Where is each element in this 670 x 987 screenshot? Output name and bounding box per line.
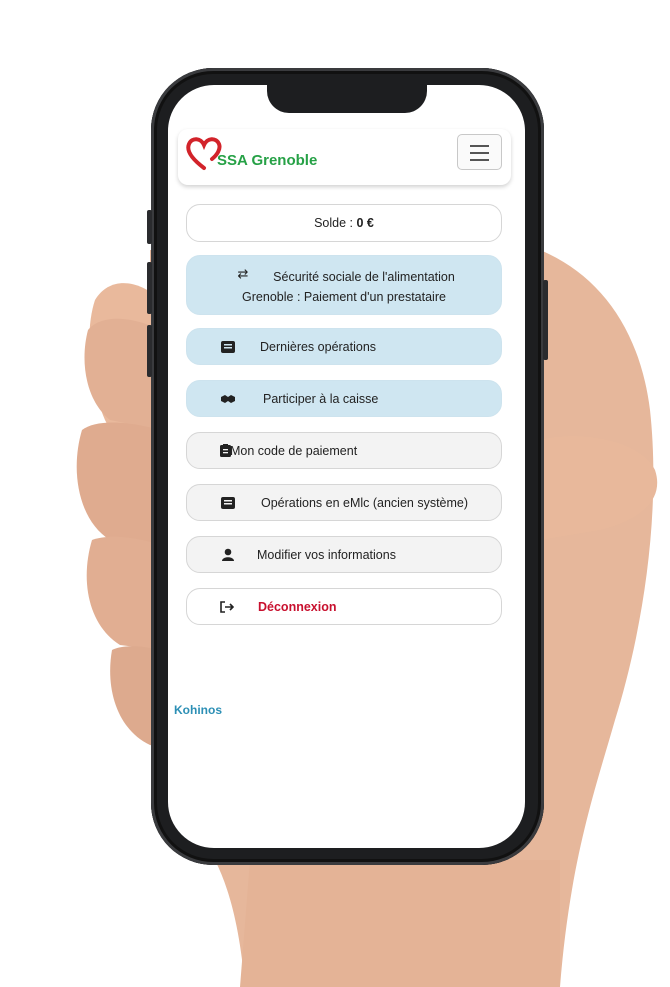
power-button [543,280,548,360]
logout-button[interactable]: Déconnexion [186,588,502,625]
last-operations-label: Dernières opérations [260,339,377,354]
emlc-operations-button[interactable]: Opérations en eMlc (ancien système) [186,484,502,521]
edit-info-button[interactable]: Modifier vos informations [186,536,502,573]
contribute-label: Participer à la caisse [263,391,379,406]
middle-finger [76,422,160,545]
emlc-operations-label: Opérations en eMlc (ancien système) [261,495,469,510]
ring-finger [86,536,160,650]
hamburger-menu-button[interactable] [457,134,502,170]
side-button [147,210,152,244]
volume-up-button [147,262,152,314]
brand-name[interactable]: SSA Grenoble [217,152,317,169]
hamburger-icon-line [470,152,489,154]
hamburger-icon [470,145,489,147]
logout-label: Déconnexion [258,599,337,614]
volume-down-button [147,325,152,377]
edit-info-label: Modifier vos informations [257,547,396,562]
pay-provider-label: Sécurité sociale de l'alimentation [273,270,455,284]
hamburger-icon-line [470,159,489,161]
payment-code-button[interactable]: Mon code de paiement [186,432,502,469]
footer-brand-link[interactable]: Kohinos [174,703,222,717]
list-icon [220,340,236,354]
balance-text: Solde : 0 € [187,216,501,230]
handshake-icon [220,392,236,406]
last-operations-button[interactable]: Dernières opérations [186,328,502,365]
balance-label: Solde : [314,216,354,230]
contribute-button[interactable]: Participer à la caisse [186,380,502,417]
logout-icon [219,600,235,614]
payment-code-label: Mon code de paiement [230,443,358,458]
pay-provider-text: Sécurité sociale de l'alimentation Greno… [187,267,501,307]
app-navbar: SSA Grenoble [178,129,511,185]
user-icon [220,548,236,562]
list-icon [220,496,236,510]
pay-provider-label-2: Grenoble : Paiement d'un prestataire [242,290,446,304]
wrist [240,860,560,987]
phone-notch [267,85,427,113]
balance-display: Solde : 0 € [186,204,502,242]
phone-screen: SSA Grenoble Solde : 0 € ⇄ Sécurité soci… [168,85,525,848]
pay-provider-button[interactable]: ⇄ Sécurité sociale de l'alimentation Gre… [186,255,502,315]
balance-value: 0 € [356,216,374,230]
photo-scene: SSA Grenoble Solde : 0 € ⇄ Sécurité soci… [0,0,670,987]
